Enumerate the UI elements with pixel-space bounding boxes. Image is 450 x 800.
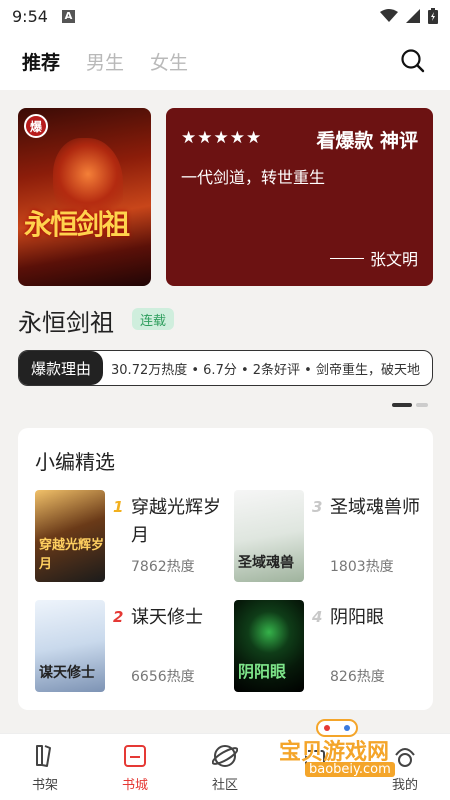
carousel-indicator (392, 403, 428, 407)
community-icon (211, 742, 239, 770)
hot-badge: 爆 (24, 114, 48, 138)
banner-author: 张文明 (329, 246, 418, 270)
rating-stars: ★★★★★ (181, 128, 263, 148)
tab-recommend[interactable]: 推荐 (22, 48, 60, 75)
top-nav: 推荐 男生 女生 (0, 32, 450, 90)
bookshelf-icon (31, 742, 59, 770)
book-title[interactable]: 永恒剑祖 (18, 303, 114, 338)
book-cover: 阴阳眼 (234, 600, 304, 692)
cover-text: 圣域魂兽 (238, 555, 294, 571)
tab-bookstore[interactable]: 书城 (90, 734, 180, 800)
reason-bar[interactable]: 爆款理由 30.72万热度 • 6.7分 • 2条好评 • 剑帝重生，破天地 (18, 350, 433, 386)
status-badge: 连载 (132, 308, 175, 330)
book-name: 阴阳眼 (330, 607, 384, 628)
tab-label: 书架 (31, 778, 58, 793)
site-watermark: 宝贝游戏网 baobeiy.com (275, 716, 425, 786)
pick-item[interactable]: 圣域魂兽 3 圣域魂兽师 1803热度 (234, 490, 424, 586)
banner-headline: 看爆款 神评 (316, 130, 418, 152)
pick-item[interactable]: 谋天修士 2 谋天修士 6656热度 (35, 600, 225, 696)
author-dash (329, 257, 364, 259)
status-time: 9:54 (12, 6, 48, 26)
notification-a-icon: A (61, 9, 75, 23)
book-name: 谋天修士 (131, 607, 203, 628)
pick-item[interactable]: 穿越光辉岁月 1 穿越光辉岁月 7862热度 (35, 490, 225, 586)
book-name: 穿越光辉岁月 (131, 497, 221, 546)
book-cover: 圣域魂兽 (234, 490, 304, 582)
banner-book-cover[interactable]: 爆 永恒剑祖 (18, 108, 151, 286)
battery-icon (428, 8, 438, 24)
reason-text: 30.72万热度 • 6.7分 • 2条好评 • 剑帝重生，破天地 (111, 362, 420, 378)
cover-text: 谋天修士 (39, 665, 95, 681)
editor-picks-card: 小编精选 穿越光辉岁月 1 穿越光辉岁月 7862热度 圣域魂兽 3 圣域魂兽师… (18, 428, 433, 710)
heat-count: 1803热度 (330, 559, 394, 575)
book-name: 圣域魂兽师 (330, 497, 420, 518)
search-button[interactable] (398, 46, 428, 76)
carousel-dot (416, 403, 428, 407)
tab-community[interactable]: 社区 (180, 734, 270, 800)
tab-label: 书城 (121, 778, 148, 793)
tab-male[interactable]: 男生 (86, 48, 124, 75)
cover-text: 穿越光辉岁月 (39, 538, 105, 572)
tab-bookshelf[interactable]: 书架 (0, 734, 90, 800)
status-icons (380, 8, 438, 24)
book-cover: 穿越光辉岁月 (35, 490, 105, 582)
reason-label: 爆款理由 (19, 351, 104, 385)
search-icon (401, 49, 425, 73)
tab-female[interactable]: 女生 (150, 48, 188, 75)
banner-quote: 一代剑道，转世重生 (181, 168, 326, 187)
heat-count: 6656热度 (131, 669, 195, 685)
watermark-url: baobeiy.com (305, 762, 395, 777)
bookstore-icon (121, 742, 149, 770)
pick-item[interactable]: 阴阳眼 4 阴阳眼 826热度 (234, 600, 424, 696)
author-name: 张文明 (369, 250, 418, 269)
cover-title: 永恒剑祖 (24, 208, 130, 241)
banner-review-card[interactable]: ★★★★★ 看爆款 神评 一代剑道，转世重生 张文明 (166, 108, 433, 286)
cover-text: 阴阳眼 (238, 662, 287, 681)
wifi-icon (380, 9, 398, 22)
tab-label: 社区 (211, 778, 238, 793)
status-bar: 9:54 A (0, 0, 450, 32)
heat-count: 7862热度 (131, 559, 195, 575)
rank-number: 1 (113, 498, 124, 516)
book-cover: 谋天修士 (35, 600, 105, 692)
rank-number: 2 (113, 608, 124, 626)
rank-number: 3 (312, 498, 323, 516)
carousel-dot (392, 403, 412, 407)
section-title: 小编精选 (35, 450, 115, 474)
rank-number: 4 (312, 608, 323, 626)
signal-icon (406, 9, 420, 23)
heat-count: 826热度 (330, 669, 385, 685)
